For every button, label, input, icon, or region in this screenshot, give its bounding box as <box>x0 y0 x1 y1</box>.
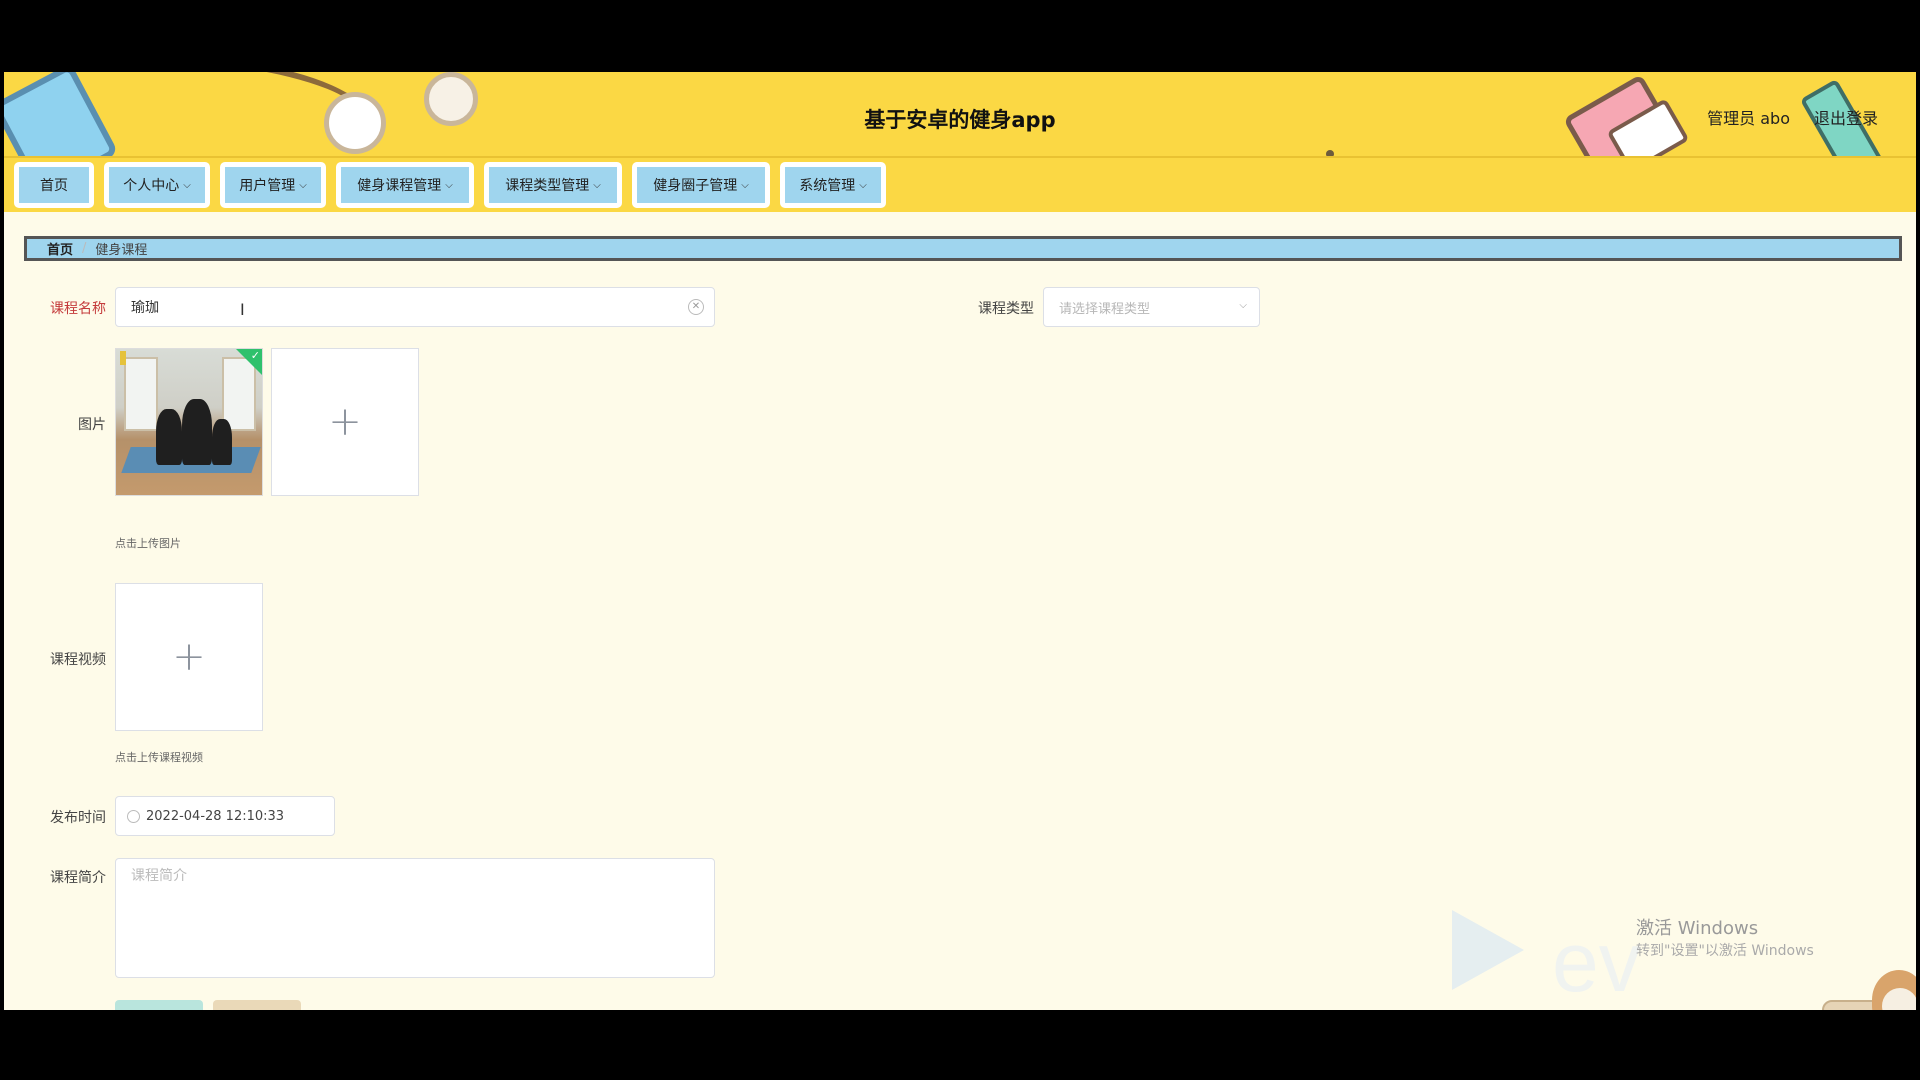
intro-label: 课程简介 <box>50 870 106 886</box>
breadcrumb-home[interactable]: 首页 <box>47 239 73 258</box>
thumb-tag <box>120 351 126 365</box>
windows-activation-subtext: 转到"设置"以激活 Windows <box>1636 943 1814 959</box>
nav-item-home[interactable]: 首页 <box>14 162 94 208</box>
thumb-person-2 <box>182 399 212 465</box>
intro-textarea[interactable]: 课程简介 <box>115 858 715 978</box>
nav-item-circle-management[interactable]: 健身圈子管理 ⌵ <box>632 162 770 208</box>
nav-item-course-type-management[interactable]: 课程类型管理 ⌵ <box>484 162 622 208</box>
publish-time-picker[interactable]: 2022-04-28 12:10:33 <box>115 796 335 836</box>
course-type-label: 课程类型 <box>978 301 1034 317</box>
top-nav: 首页 个人中心 ⌵ 用户管理 ⌵ 健身课程管理 ⌵ 课程类型管理 ⌵ 健身圈子管理 ⌵ 系… <box>4 158 1916 212</box>
chevron-down-icon: ⌵ <box>593 179 601 191</box>
breadcrumb-current: 健身课程 <box>95 243 148 258</box>
video-upload-hint: 点击上传课程视频 <box>115 751 203 764</box>
thumb-person <box>156 409 182 465</box>
nav-item-label: 个人中心 <box>123 178 180 194</box>
course-name-value: 瑜珈 <box>131 300 159 316</box>
chevron-down-icon: ⌵ <box>299 179 307 191</box>
nav-item-label: 用户管理 <box>239 178 296 194</box>
intro-placeholder: 课程简介 <box>131 868 187 884</box>
video-label: 课程视频 <box>50 652 106 668</box>
thumb-person-3 <box>212 419 232 465</box>
windows-activation-text: 激活 Windows <box>1636 918 1759 939</box>
course-name-input[interactable]: 瑜珈 ✕ <box>115 287 715 327</box>
nav-item-label: 健身圈子管理 <box>653 178 738 194</box>
dot-decoration <box>1326 150 1334 156</box>
logout-button[interactable]: 退出登录 <box>1814 105 1878 129</box>
header: 基于安卓的健身app 管理员 abo 退出登录 <box>4 72 1916 158</box>
course-type-select[interactable]: 请选择课程类型 ⌵ <box>1043 287 1260 327</box>
nav-item-system-management[interactable]: 系统管理 ⌵ <box>780 162 886 208</box>
cancel-button[interactable] <box>213 1000 301 1010</box>
play-icon <box>1452 910 1524 990</box>
clear-icon[interactable]: ✕ <box>688 299 704 315</box>
course-type-placeholder: 请选择课程类型 <box>1059 301 1151 317</box>
chevron-down-icon: ⌵ <box>741 179 749 191</box>
chevron-down-icon: ⌵ <box>445 179 453 191</box>
image-upload-button[interactable]: + <box>271 348 419 496</box>
image-upload-hint: 点击上传图片 <box>115 537 181 550</box>
app-title: 基于安卓的健身app <box>864 108 1056 132</box>
chevron-down-icon: ⌵ <box>183 179 191 191</box>
video-upload-button[interactable]: + <box>115 583 263 731</box>
submit-button[interactable] <box>115 1000 203 1010</box>
plus-icon: + <box>172 634 206 680</box>
nav-item-label: 课程类型管理 <box>505 178 590 194</box>
nav-item-label: 系统管理 <box>799 178 856 194</box>
app-window: 基于安卓的健身app 管理员 abo 退出登录 首页 个人中心 ⌵ 用户管理 ⌵ 健… <box>4 72 1916 1010</box>
chevron-down-icon: ⌵ <box>859 179 867 191</box>
nav-item-personal-center[interactable]: 个人中心 ⌵ <box>104 162 210 208</box>
plus-icon: + <box>328 399 362 445</box>
course-name-label: 课程名称 <box>50 301 106 317</box>
publish-time-label: 发布时间 <box>50 810 106 826</box>
breadcrumb-separator: / <box>82 241 87 256</box>
nav-item-label: 健身课程管理 <box>357 178 442 194</box>
user-label: 管理员 abo <box>1707 109 1790 128</box>
thumb-window <box>124 357 158 431</box>
clock-icon <box>127 810 140 823</box>
nav-item-course-management[interactable]: 健身课程管理 ⌵ <box>336 162 474 208</box>
user-area: 管理员 abo 退出登录 <box>1707 105 1878 129</box>
breadcrumb: 首页 / 健身课程 <box>24 236 1902 261</box>
watermark-logo: ev <box>1552 915 1641 1009</box>
uploaded-image-thumbnail[interactable]: ✓ <box>115 348 263 496</box>
nav-item-label: 首页 <box>40 178 68 194</box>
image-label: 图片 <box>78 417 106 433</box>
chevron-down-icon: ⌵ <box>1239 300 1247 311</box>
publish-time-value: 2022-04-28 12:10:33 <box>146 808 285 824</box>
check-icon: ✓ <box>250 349 260 362</box>
text-cursor-icon: I <box>240 300 245 319</box>
nav-item-user-management[interactable]: 用户管理 ⌵ <box>220 162 326 208</box>
